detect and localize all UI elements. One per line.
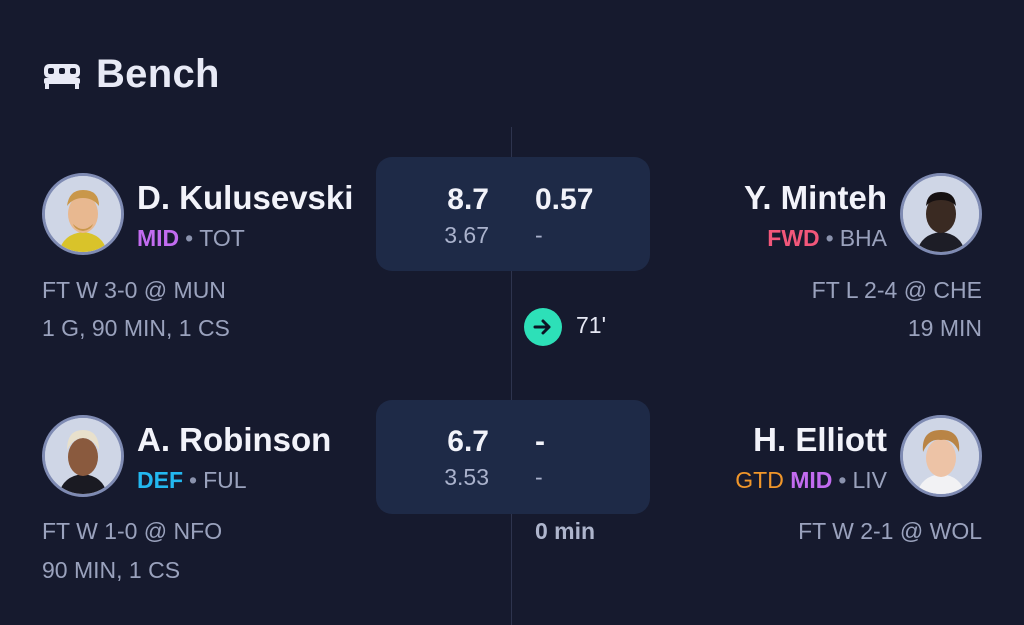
match-stats: 1 G, 90 MIN, 1 CS	[42, 315, 230, 341]
position-team: DEF • FUL	[137, 467, 247, 494]
avatar[interactable]	[42, 415, 124, 497]
player-name[interactable]: Y. Minteh	[744, 179, 887, 217]
separator: •	[825, 225, 834, 251]
separator: •	[838, 467, 847, 493]
sub-value-left: 3.67	[444, 222, 489, 248]
player-name[interactable]: A. Robinson	[137, 421, 331, 459]
score-card-1	[376, 157, 650, 271]
player-photo-icon	[45, 418, 121, 494]
team-abbr: LIV	[852, 467, 887, 493]
team-abbr: TOT	[199, 225, 245, 251]
points-right: -	[535, 425, 545, 458]
player-photo-icon	[45, 176, 121, 252]
position-badge: MID	[790, 467, 833, 493]
score-card-2	[376, 400, 650, 514]
player-name[interactable]: H. Elliott	[753, 421, 887, 459]
fixture-result: FT W 1-0 @ NFO	[42, 518, 223, 544]
avatar[interactable]	[900, 173, 982, 255]
sub-value-right: -	[535, 222, 543, 248]
substitution-time: 71'	[576, 312, 606, 338]
status-badge: GTD	[735, 467, 784, 493]
position-badge: FWD	[767, 225, 820, 251]
fixture-result: FT L 2-4 @ CHE	[811, 277, 982, 303]
fixture-result: FT W 3-0 @ MUN	[42, 277, 226, 303]
bench-header: Bench	[42, 52, 220, 97]
separator: •	[189, 467, 198, 493]
sub-value-left: 3.53	[444, 464, 489, 490]
page-title: Bench	[96, 52, 220, 96]
position-team: GTD MID • LIV	[735, 467, 887, 494]
fixture-result: FT W 2-1 @ WOL	[798, 518, 982, 544]
substitution-arrow-icon	[524, 308, 562, 346]
match-stats: 90 MIN, 1 CS	[42, 557, 181, 583]
minutes-note: 0 min	[535, 518, 596, 544]
team-abbr: BHA	[839, 225, 887, 251]
match-stats: 19 MIN	[907, 315, 982, 341]
avatar[interactable]	[900, 415, 982, 497]
position-badge: DEF	[137, 467, 183, 493]
points-left: 8.7	[447, 183, 489, 216]
points-left: 6.7	[447, 425, 489, 458]
separator: •	[185, 225, 194, 251]
points-right: 0.57	[535, 183, 594, 216]
bed-icon	[44, 63, 80, 89]
position-badge: MID	[137, 225, 180, 251]
avatar[interactable]	[42, 173, 124, 255]
team-abbr: FUL	[203, 467, 247, 493]
sub-value-right: -	[535, 464, 543, 490]
player-photo-icon	[903, 418, 979, 494]
position-team: FWD • BHA	[767, 225, 887, 252]
player-photo-icon	[903, 176, 979, 252]
position-team: MID • TOT	[137, 225, 245, 252]
player-name[interactable]: D. Kulusevski	[137, 179, 353, 217]
